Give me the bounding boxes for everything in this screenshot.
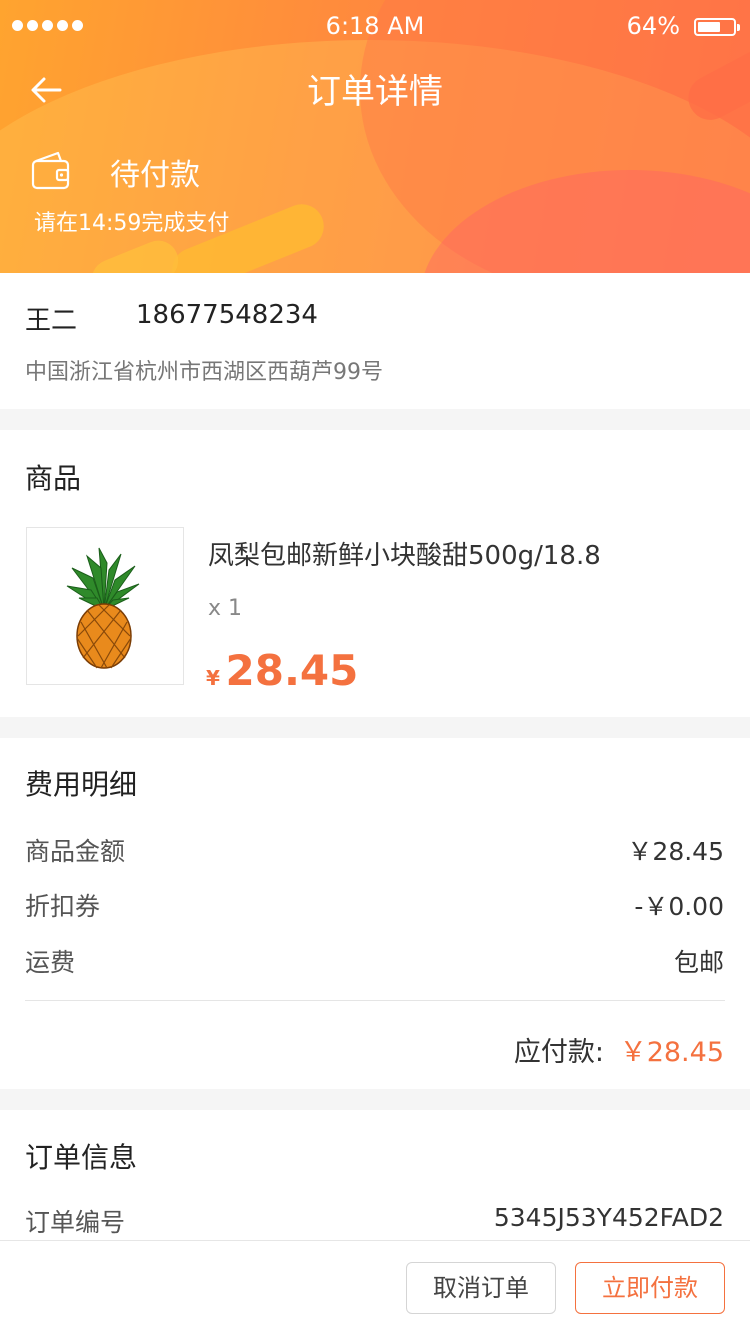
order-status-title: 待付款 <box>110 158 200 193</box>
total-label: 应付款: <box>513 1037 604 1068</box>
price-currency: ¥ <box>206 666 220 690</box>
divider <box>25 1000 725 1001</box>
product-image[interactable] <box>26 527 184 685</box>
product-price: ¥ 28.45 <box>206 646 358 695</box>
recipient-phone: 18677548234 <box>136 300 318 330</box>
subtotal-label: 商品金额 <box>25 837 126 866</box>
shipping-value: 包邮 <box>673 948 724 977</box>
fee-section-title: 费用明细 <box>25 768 138 801</box>
goods-section-title: 商品 <box>25 462 82 495</box>
wallet-icon <box>31 151 70 190</box>
status-bar: 6:18 AM 64% <box>0 0 750 52</box>
shipping-label: 运费 <box>25 948 76 977</box>
order-info-section-title: 订单信息 <box>25 1141 138 1174</box>
order-status-header: 6:18 AM 64% 订单详情 待付款 请在14:59完成支付 <box>0 0 750 273</box>
order-number-label: 订单编号 <box>25 1208 126 1237</box>
battery-percent: 64% <box>626 12 680 40</box>
battery-icon <box>694 18 740 36</box>
cancel-order-button[interactable]: 取消订单 <box>406 1262 556 1314</box>
coupon-label: 折扣券 <box>25 892 101 921</box>
price-value: 28.45 <box>225 646 359 695</box>
product-name[interactable]: 凤梨包邮新鲜小块酸甜500g/18.8 <box>208 535 601 572</box>
payment-countdown: 请在14:59完成支付 <box>34 211 230 236</box>
recipient-name: 王二 <box>25 306 78 336</box>
subtotal-value: ￥28.45 <box>627 837 724 866</box>
coupon-value: -￥0.00 <box>634 892 724 921</box>
shipping-address: 中国浙江省杭州市西湖区西葫芦99号 <box>25 360 383 385</box>
product-quantity: x 1 <box>208 596 243 621</box>
pay-now-button[interactable]: 立即付款 <box>575 1262 725 1314</box>
page-title: 订单详情 <box>307 72 443 112</box>
total-value: ￥28.45 <box>619 1037 724 1068</box>
order-number-value: 5345J53Y452FAD2 <box>493 1203 724 1232</box>
pineapple-image <box>66 547 140 669</box>
address-card[interactable] <box>0 273 750 409</box>
